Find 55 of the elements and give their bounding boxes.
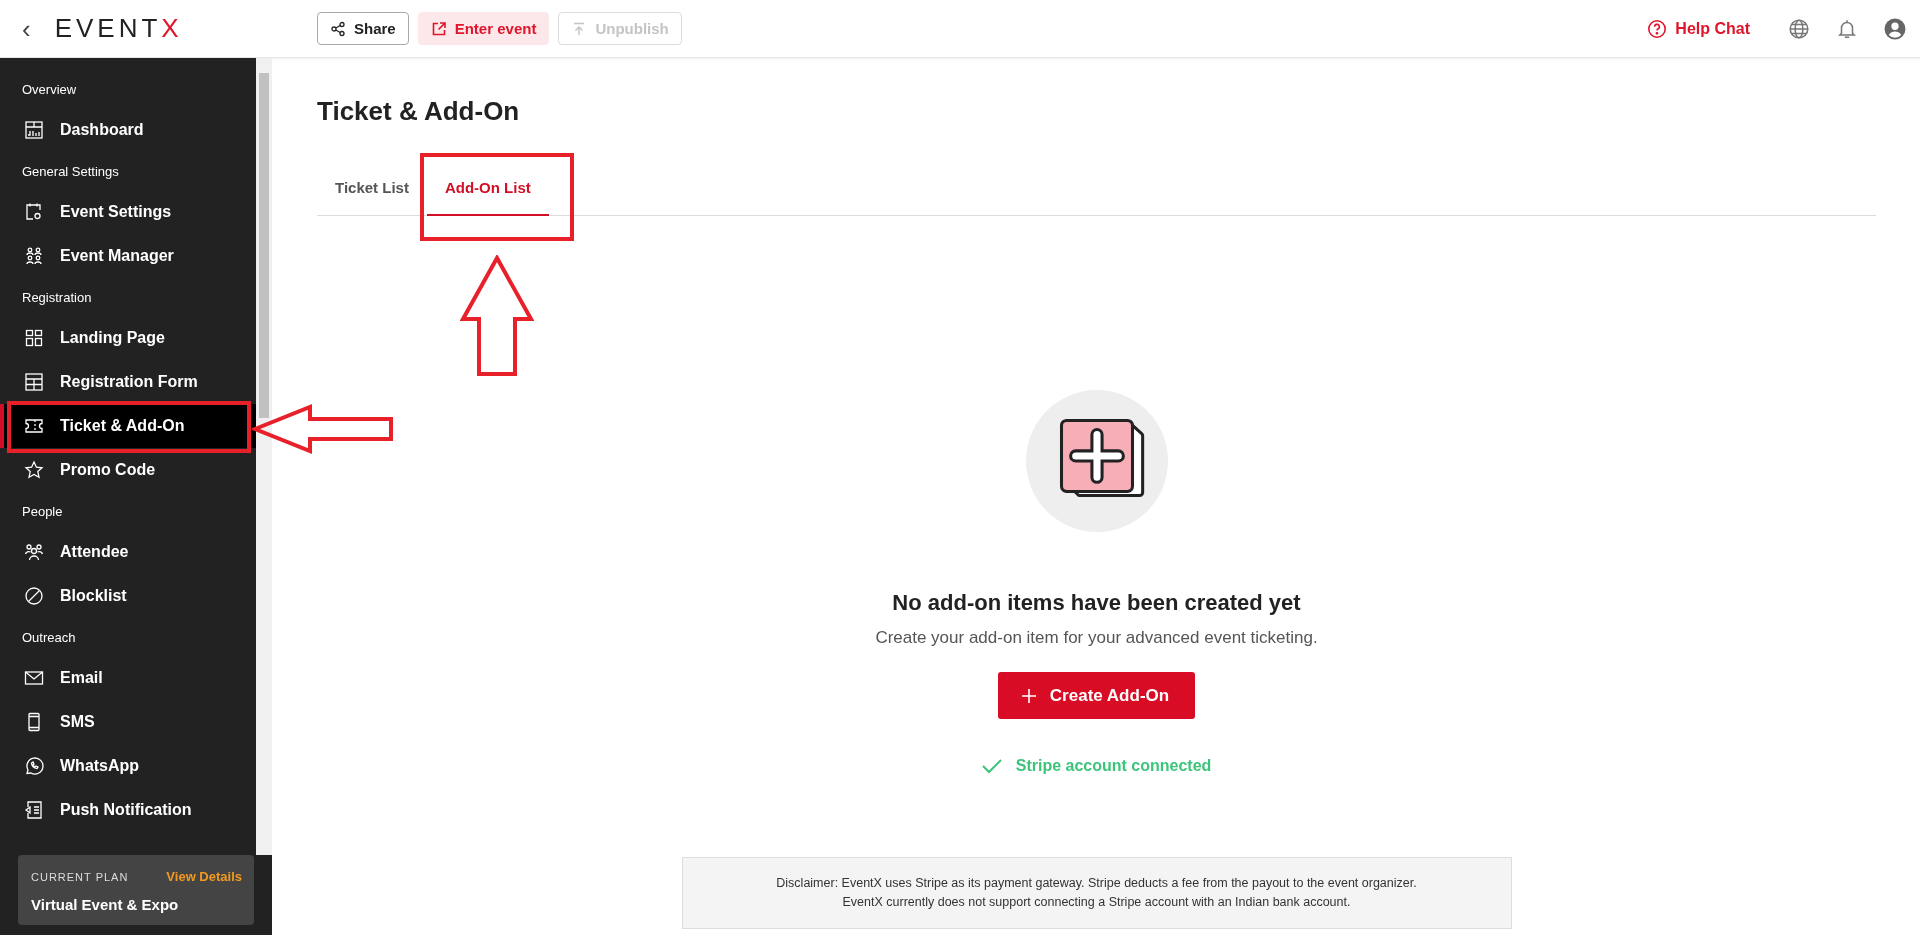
scrollbar[interactable] xyxy=(256,58,272,855)
section-label: Outreach xyxy=(21,628,77,647)
empty-heading: No add-on items have been created yet xyxy=(892,590,1301,616)
globe-icon[interactable] xyxy=(1788,17,1810,40)
sidebar-item[interactable]: WhatsApp xyxy=(0,744,256,788)
empty-description: Create your add-on item for your advanced event ticketing. xyxy=(875,628,1318,648)
share-icon xyxy=(330,20,346,37)
logo: EVENTX xyxy=(54,13,183,44)
star-icon xyxy=(24,460,44,480)
section-label: Registration xyxy=(21,288,93,307)
tab[interactable]: Ticket List xyxy=(335,169,409,216)
group-icon xyxy=(24,542,44,562)
sidebar-item[interactable]: Event Manager xyxy=(0,234,256,278)
disclaimer-text: EventX currently does not support connecting a Stripe account with an Indian bank account. xyxy=(841,894,1352,911)
sidebar-item[interactable]: Push Notification xyxy=(0,788,256,832)
create-add-on-button[interactable]: Create Add-On xyxy=(997,672,1196,719)
mail-icon xyxy=(24,668,44,688)
block-icon xyxy=(24,586,44,606)
section-label: General Settings xyxy=(21,162,120,181)
sidebar-item[interactable]: Blocklist xyxy=(0,574,256,618)
plus-icon xyxy=(1021,688,1036,703)
sidebar-item[interactable]: Ticket & Add-On xyxy=(0,404,256,448)
people-icon xyxy=(24,246,44,266)
sidebar-item[interactable]: Email xyxy=(0,656,256,700)
table-icon xyxy=(24,372,44,392)
view-details-link[interactable]: View Details xyxy=(166,869,242,884)
sidebar-item[interactable]: Dashboard xyxy=(0,108,256,152)
sidebar-item[interactable]: Event Settings xyxy=(0,190,256,234)
sidebar-item[interactable]: Attendee xyxy=(0,530,256,574)
stripe-status: Stripe account connected xyxy=(1015,757,1212,775)
bell-icon[interactable] xyxy=(1836,17,1858,40)
ticket-icon xyxy=(24,416,44,436)
sidebar-item[interactable]: Registration Form xyxy=(0,360,256,404)
sidebar-item[interactable]: Promo Code xyxy=(0,448,256,492)
share-button[interactable]: Share xyxy=(317,12,409,45)
sidebar-item[interactable]: Landing Page xyxy=(0,316,256,360)
help-chat-button[interactable]: Help Chat xyxy=(1641,17,1756,40)
external-link-icon xyxy=(430,20,447,37)
page-title: Ticket & Add-On xyxy=(317,96,521,127)
avatar-icon[interactable] xyxy=(1884,17,1906,40)
chat-bubble-icon xyxy=(24,756,44,776)
plan-name: Virtual Event & Expo xyxy=(31,896,180,913)
enter-event-button[interactable]: Enter event xyxy=(417,12,550,45)
section-label: People xyxy=(21,502,64,521)
calendar-gear-icon xyxy=(24,202,44,222)
layout-icon xyxy=(24,328,44,348)
sidebar-item[interactable]: SMS xyxy=(0,700,256,744)
section-label: Overview xyxy=(21,80,78,99)
list-icon xyxy=(24,800,44,820)
chart-grid-icon xyxy=(24,120,44,140)
back-button[interactable]: ‹ xyxy=(18,15,35,42)
check-icon xyxy=(981,758,1002,774)
disclaimer-text: Disclaimer: EventX uses Stripe as its payment gateway. Stripe deducts a fee from the payout to the event organizer. xyxy=(775,875,1418,892)
help-icon xyxy=(1647,18,1668,39)
plan-caption: CURRENT PLAN xyxy=(31,870,129,883)
